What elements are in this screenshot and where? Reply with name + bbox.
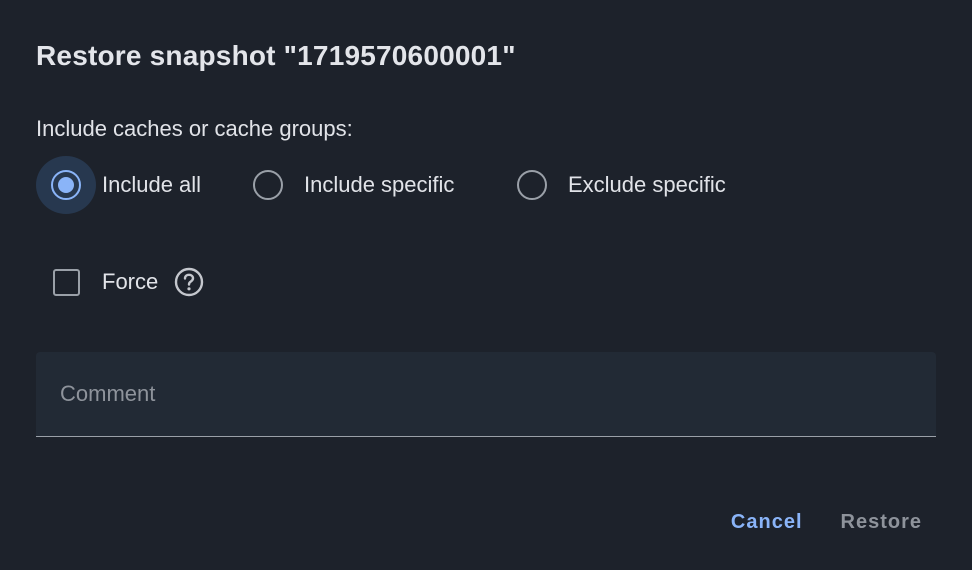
dialog-title: Restore snapshot "1719570600001" [36, 40, 516, 71]
radio-exclude-specific-control[interactable] [502, 156, 562, 214]
radio-include-all-label: Include all [102, 172, 202, 197]
force-option: Force [36, 253, 204, 311]
radio-exclude-specific-label: Exclude specific [568, 172, 726, 197]
radio-exclude-specific[interactable]: Exclude specific [502, 156, 726, 214]
radio-include-all[interactable]: Include all [36, 156, 238, 214]
help-circle-icon[interactable] [174, 267, 204, 297]
dialog-actions: Cancel Restore [717, 500, 936, 544]
comment-field[interactable] [36, 352, 936, 437]
radio-unchecked-icon [517, 170, 547, 200]
radio-include-specific-label: Include specific [304, 172, 455, 197]
restore-button[interactable]: Restore [827, 500, 936, 544]
radio-checked-icon [51, 170, 81, 200]
radio-unchecked-icon [253, 170, 283, 200]
cancel-button[interactable]: Cancel [717, 500, 817, 544]
checkbox-unchecked-icon [52, 268, 80, 296]
radio-include-specific[interactable]: Include specific [238, 156, 502, 214]
restore-snapshot-dialog: Restore snapshot "1719570600001" Include… [0, 0, 972, 570]
comment-input[interactable] [36, 352, 936, 436]
include-mode-radio-group: Include all Include specific Exclude spe… [36, 156, 726, 214]
radio-include-all-control[interactable] [36, 156, 96, 214]
force-checkbox[interactable] [36, 253, 96, 311]
radio-include-specific-control[interactable] [238, 156, 298, 214]
force-label: Force [102, 269, 159, 294]
include-caches-label: Include caches or cache groups: [36, 116, 353, 141]
